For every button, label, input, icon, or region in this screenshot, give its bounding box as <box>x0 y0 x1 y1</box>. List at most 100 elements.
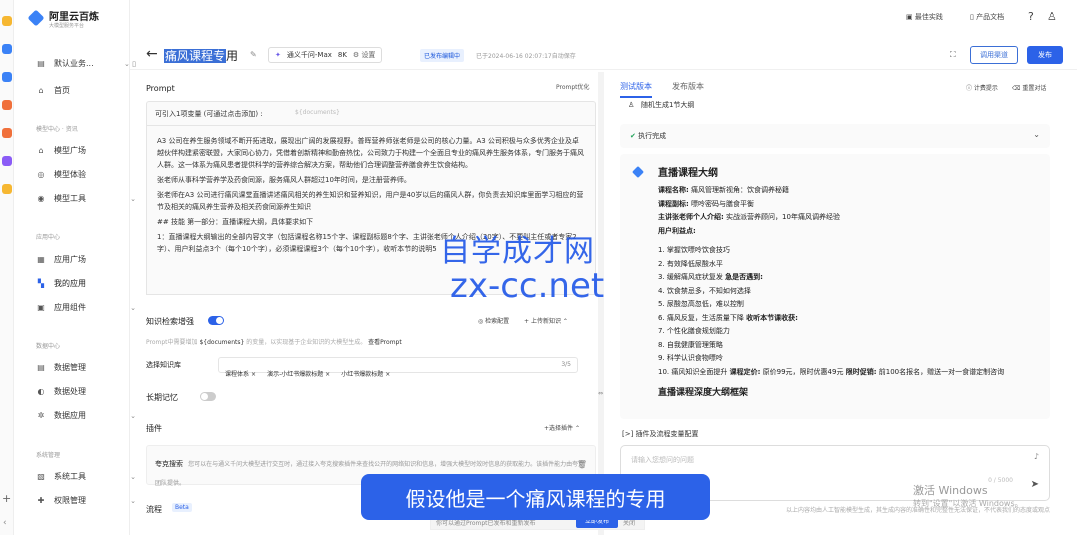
outline-key: 课程副标: <box>658 199 689 208</box>
app-icon-4[interactable] <box>2 100 12 110</box>
outline-item: 3. 缓解痛风症状复发 急是否遇到: <box>658 271 1048 285</box>
delete-icon[interactable]: 🗑 <box>577 460 587 469</box>
plugin-flow-config[interactable]: [>] 插件及流程变量配置 <box>622 429 699 439</box>
sidebar-item-model-square[interactable]: ⌂ 模型广场 <box>36 145 136 156</box>
plugin-name: 夸克搜索 <box>155 460 183 468</box>
brand-sub: 大模型服务平台 <box>49 23 85 29</box>
outline-item: 4. 饮食禁忌多，不知如何选择 <box>658 286 751 295</box>
sidebar-item-model-tools[interactable]: ◉ 模型工具 ⌄ <box>36 193 137 204</box>
mic-icon[interactable]: ♪ <box>1034 452 1039 461</box>
kb-tag[interactable]: 演示-小红书爆款标题 × <box>267 369 330 378</box>
knowledge-toggle[interactable] <box>208 316 224 325</box>
kb-tag-select[interactable]: 课程体系 × 演示-小红书爆款标题 × 小红书爆款标题 × 3/5 <box>218 357 578 378</box>
sidebar-item-data-manage[interactable]: ▤ 数据管理 <box>36 362 136 373</box>
app-title[interactable]: 痛风课程专用 <box>164 47 238 64</box>
reset-chat-button[interactable]: ⌫ 重置对话 <box>1012 83 1046 92</box>
sidebar-item-label: 模型广场 <box>54 146 86 155</box>
outline-key: 主讲张老师个人介绍: <box>658 213 724 221</box>
reset-label: 重置对话 <box>1022 85 1047 92</box>
select-plugin-button[interactable]: +选择插件 ⌃ <box>544 423 580 432</box>
workspace-label: 默认业务... <box>54 59 94 68</box>
knowledge-desc: Prompt中需要增加 ${documents} 的变量，以实现基于企业知识的大… <box>146 337 402 346</box>
beta-badge: Beta <box>172 503 192 512</box>
close-icon[interactable]: × <box>325 371 330 378</box>
workspace-selector[interactable]: ▤ 默认业务... ⌄ ▯ <box>36 58 136 69</box>
section-model: 模型中心 · 资讯 <box>36 126 78 133</box>
app-icon-3[interactable] <box>2 72 12 82</box>
collapse-icon[interactable]: ‹ <box>3 518 7 528</box>
add-icon[interactable]: + <box>2 492 11 505</box>
outline-value: 痛风管理新视角：饮食调养秘籍 <box>691 186 790 194</box>
outline-next-heading: 直播课程深度大纲框架 <box>658 388 749 398</box>
sidebar-item-label: 首页 <box>54 86 70 95</box>
sidebar-item-data-process[interactable]: ◐ 数据处理 <box>36 386 136 397</box>
retrieval-config-label: 检索配置 <box>485 318 510 325</box>
settings-link[interactable]: ⚙ 设置 <box>353 50 376 60</box>
sidebar-item-label: 模型体验 <box>54 170 86 179</box>
memory-label: 长期记忆 <box>146 393 178 402</box>
outline-course-name: 课程名称: 痛风管理新视角：饮食调养秘籍 <box>658 184 1048 198</box>
prompt-label: Prompt <box>146 84 175 93</box>
sidebar-item-data-apps[interactable]: ✲ 数据应用 ⌄ <box>36 410 136 421</box>
select-kb-label: 选择知识库 <box>146 361 181 369</box>
outline-item: 9. 科学认识食物嘌呤 <box>658 354 723 362</box>
user-avatar-icon: ♙ <box>628 101 635 109</box>
sidebar-item-label: 应用广场 <box>54 255 86 264</box>
memory-toggle[interactable] <box>200 392 216 401</box>
docs-label: 产品文档 <box>976 13 1005 21</box>
view-prompt-link[interactable]: 查看Prompt <box>368 339 402 346</box>
edit-icon[interactable]: ✎ <box>250 50 257 59</box>
kb-tag-label: 演示-小红书爆款标题 <box>267 371 324 378</box>
sidebar-item-app-components[interactable]: ▣ 应用组件 ⌄ <box>36 302 136 313</box>
data-apps-icon: ✲ <box>37 411 45 420</box>
outline-benefits: 用户利益点: <box>658 225 1048 239</box>
data-manage-icon: ▤ <box>37 363 45 372</box>
chevron-down-icon[interactable]: ⌄ <box>1033 130 1040 139</box>
upload-knowledge-button[interactable]: + 上传新知识 ⌃ <box>524 316 568 325</box>
sidebar-item-app-square[interactable]: ▦ 应用广场 <box>36 254 136 265</box>
tab-publish[interactable]: 发布版本 <box>672 81 704 92</box>
app-icon-7[interactable] <box>2 184 12 194</box>
help-icon[interactable]: ? <box>1028 10 1034 23</box>
logo-icon <box>27 9 45 27</box>
close-icon[interactable]: × <box>251 371 256 378</box>
section-system: 系统管理 <box>36 452 61 459</box>
variable-bar: 可引入1项变量 (可通过点击添加) : ${documents} <box>146 101 596 125</box>
app-icon-5[interactable] <box>2 128 12 138</box>
model-square-icon: ⌂ <box>38 146 44 155</box>
close-icon[interactable]: × <box>385 371 390 378</box>
sidebar-item-label: 数据管理 <box>54 363 86 372</box>
best-practice-link[interactable]: ▣ 最佳实践 <box>906 12 943 22</box>
fullscreen-icon[interactable]: ⛶ <box>950 50 956 60</box>
docs-link[interactable]: ▯ 产品文档 <box>970 12 1004 22</box>
drag-handle-icon[interactable]: ⇔ <box>598 390 603 397</box>
user-icon[interactable]: ♙ <box>1047 10 1057 23</box>
model-selector[interactable]: ✦ 通义千问-Max 8K ⚙ 设置 <box>268 47 383 63</box>
sidebar-item-model-try[interactable]: ◎ 模型体验 <box>36 169 136 180</box>
kb-count: 3/5 <box>561 361 571 368</box>
back-arrow-icon[interactable]: ← <box>146 46 158 62</box>
knowledge-desc-suffix: 的变量，以实现基于企业知识的大模型生成。 <box>246 339 367 346</box>
billing-tip[interactable]: ⓘ 计费提示 <box>966 83 998 92</box>
kb-tag[interactable]: 课程体系 × <box>225 369 256 378</box>
tab-test[interactable]: 测试版本 <box>620 81 652 98</box>
user-message-text: 随机生成1节大纲 <box>640 101 695 109</box>
retrieval-config-button[interactable]: ◎ 检索配置 <box>478 316 509 325</box>
sidebar-item-my-apps[interactable]: ▚ 我的应用 <box>36 278 136 289</box>
model-icon: ✦ <box>275 51 281 59</box>
kb-tag[interactable]: 小红书爆款标题 × <box>341 369 390 378</box>
chat-input-placeholder: 请输入您想问的问题 <box>631 456 694 464</box>
sidebar-item-sys-tools[interactable]: ▧ 系统工具 ⌄ <box>36 471 136 482</box>
exec-status-card[interactable]: ✔ 执行完成 ⌄ <box>620 124 1050 148</box>
app-icon-2[interactable] <box>2 44 12 54</box>
app-icon-1[interactable] <box>2 16 12 26</box>
prompt-optimize-button[interactable]: Prompt优化 <box>556 82 590 91</box>
call-channel-button[interactable]: 调用渠道 <box>970 46 1018 64</box>
send-icon[interactable]: ➤ <box>1031 479 1039 490</box>
sidebar-item-home[interactable]: ⌂ 首页 <box>36 85 136 96</box>
prompt-paragraph: A3 公司在养生服务领域不断开拓进取，展现出广阔的发展视野。普晖营养师张老师是公… <box>157 137 584 169</box>
variable-placeholder[interactable]: ${documents} <box>295 109 340 116</box>
publish-button[interactable]: 发布 <box>1027 46 1063 64</box>
app-icon-6[interactable] <box>2 156 12 166</box>
sidebar-item-permissions[interactable]: ✚ 权限管理 ⌄ <box>36 495 136 506</box>
